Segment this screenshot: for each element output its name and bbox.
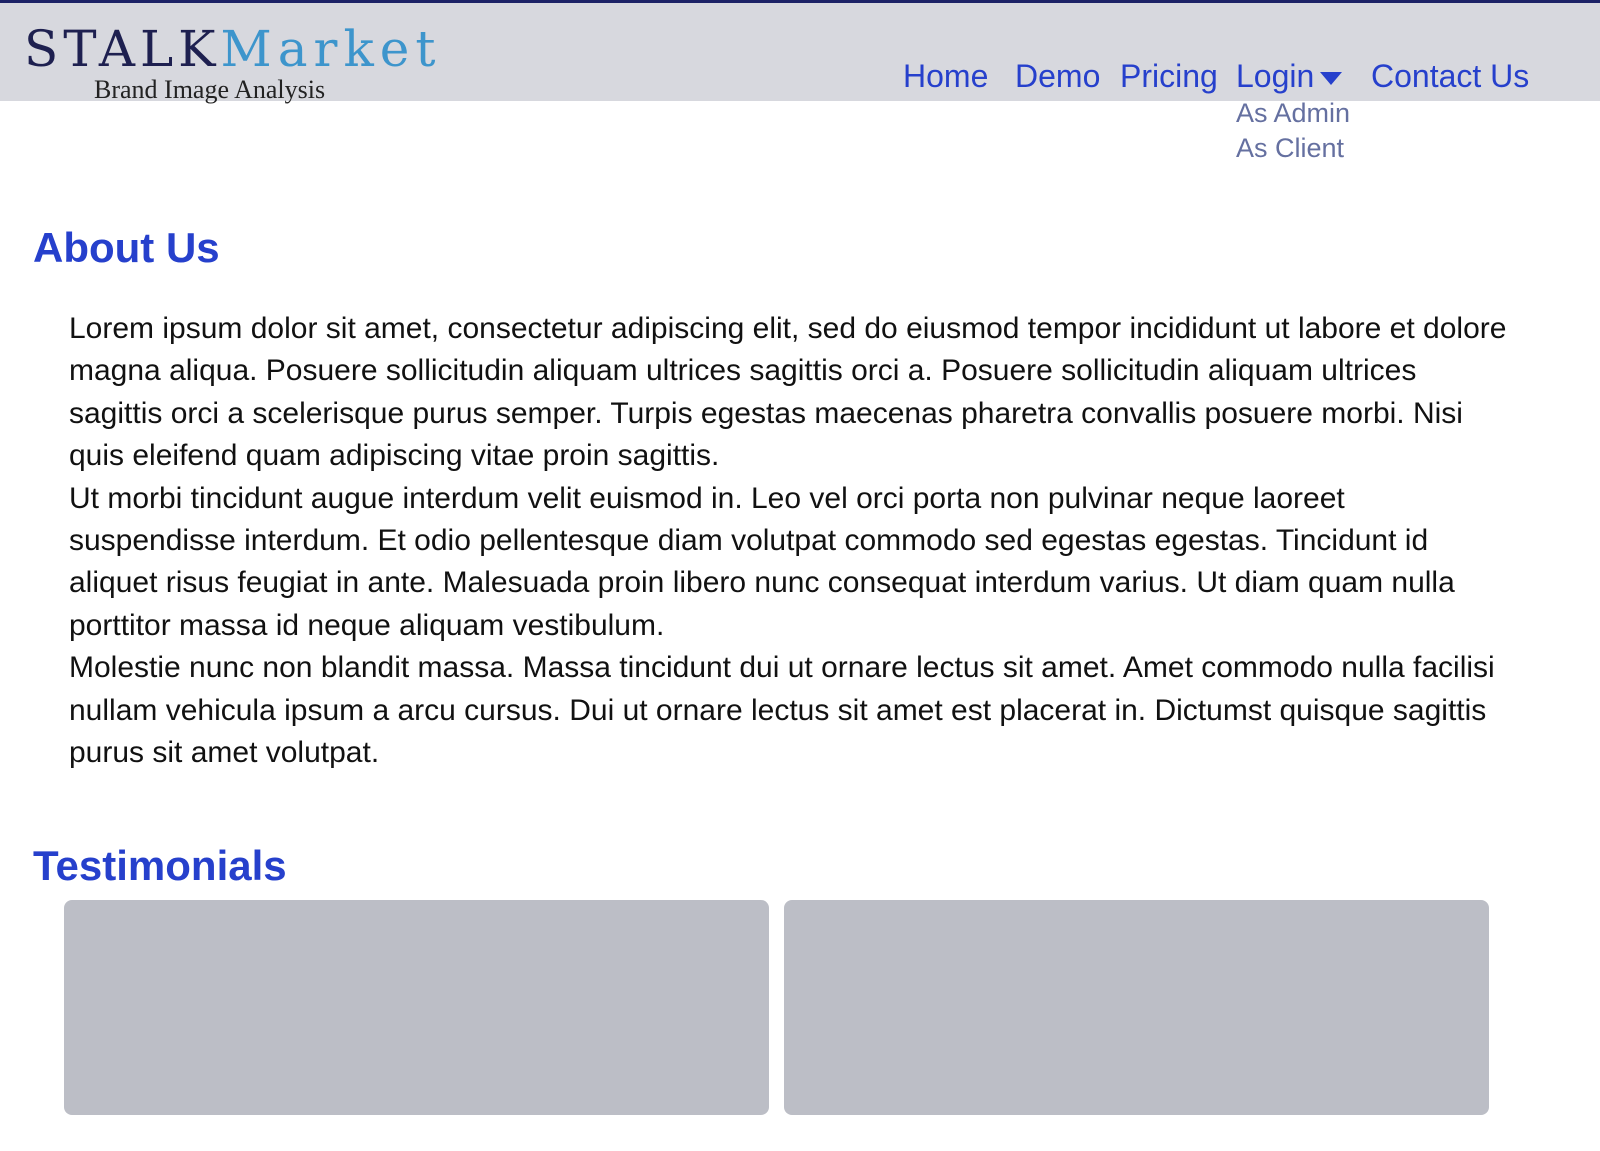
nav-login-dropdown[interactable]: Login [1236, 54, 1343, 98]
nav-pricing-link[interactable]: Pricing [1120, 54, 1218, 98]
testimonial-card [64, 900, 769, 1115]
testimonial-card [784, 900, 1489, 1115]
about-paragraph: Ut morbi tincidunt augue interdum velit … [69, 481, 1455, 642]
main-nav: Home Demo Pricing Login Contact Us [0, 54, 1600, 98]
testimonials-title: Testimonials [33, 842, 287, 889]
login-as-admin-item[interactable]: As Admin [1236, 96, 1396, 131]
login-as-client-item[interactable]: As Client [1236, 131, 1396, 166]
caret-down-icon [1320, 72, 1343, 86]
about-paragraph: Lorem ipsum dolor sit amet, consectetur … [69, 312, 1507, 473]
nav-contact-link[interactable]: Contact Us [1371, 54, 1529, 98]
about-title: About Us [33, 224, 220, 271]
nav-home-link[interactable]: Home [903, 54, 988, 98]
nav-demo-link[interactable]: Demo [1015, 54, 1100, 98]
nav-login-label: Login [1236, 58, 1315, 94]
about-text: Lorem ipsum dolor sit amet, consectetur … [69, 308, 1509, 774]
about-paragraph: Molestie nunc non blandit massa. Massa t… [69, 651, 1495, 770]
login-dropdown-menu: As Admin As Client [1236, 96, 1396, 166]
